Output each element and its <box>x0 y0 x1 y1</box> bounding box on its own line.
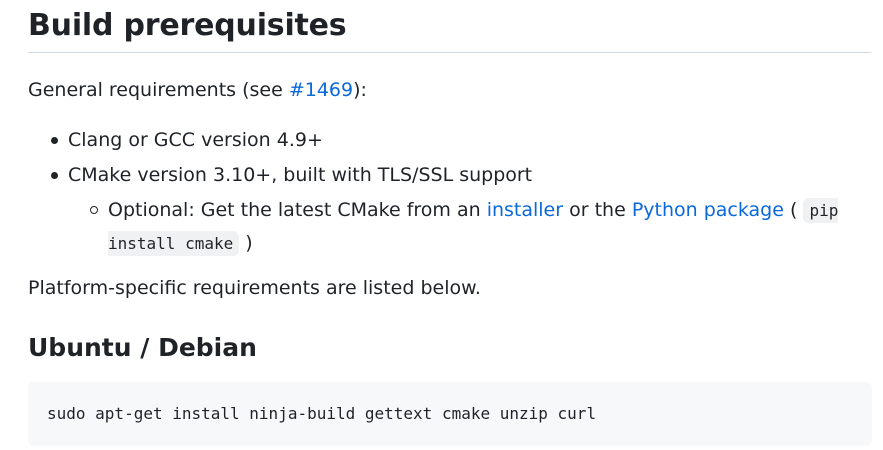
list-item: CMake version 3.10+, built with TLS/SSL … <box>28 161 868 260</box>
requirement-cmake: CMake version 3.10+, built with TLS/SSL … <box>68 164 533 186</box>
paren-close: ) <box>245 232 253 254</box>
bullet-disc-icon <box>51 172 58 179</box>
platform-note: Platform-specific requirements are liste… <box>28 277 481 299</box>
optional-prefix: Optional: Get the latest CMake from an <box>108 199 487 221</box>
markdown-page: Build prerequisites General requirements… <box>0 0 883 450</box>
cmake-sublist: Optional: Get the latest CMake from an i… <box>68 194 868 260</box>
installer-link[interactable]: installer <box>487 199 563 221</box>
optional-middle: or the <box>563 199 632 221</box>
heading-divider <box>28 52 871 53</box>
list-item: Optional: Get the latest CMake from an i… <box>68 194 868 260</box>
ubuntu-debian-heading: Ubuntu / Debian <box>28 333 257 362</box>
bullet-circle-icon <box>90 206 98 214</box>
list-item: Clang or GCC version 4.9+ <box>28 126 868 154</box>
bullet-disc-icon <box>51 137 58 144</box>
requirement-compiler: Clang or GCC version 4.9+ <box>68 129 323 151</box>
general-requirements-prefix: General requirements (see <box>28 79 289 101</box>
issue-1469-link[interactable]: #1469 <box>289 79 353 101</box>
general-requirements-suffix: ): <box>353 79 367 101</box>
install-command-block: sudo apt-get install ninja-build gettext… <box>28 382 872 446</box>
general-requirements-paragraph: General requirements (see #1469): <box>28 76 367 104</box>
install-command: sudo apt-get install ninja-build gettext… <box>47 404 597 423</box>
paren-open: ( <box>783 199 798 221</box>
python-package-link[interactable]: Python package <box>632 199 784 221</box>
requirements-list: Clang or GCC version 4.9+ CMake version … <box>28 126 868 267</box>
page-title: Build prerequisites <box>28 8 347 43</box>
